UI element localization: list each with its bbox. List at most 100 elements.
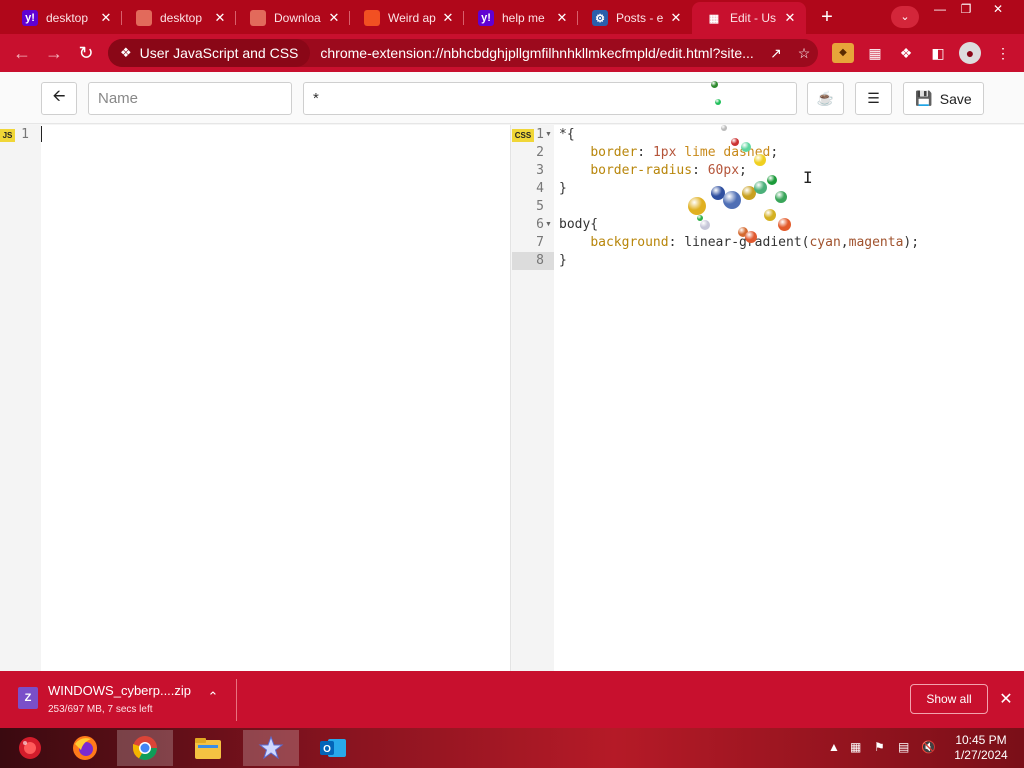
js-badge: JS [0,129,15,142]
tab-title: Weird ap [388,11,436,25]
firefox-icon[interactable] [57,730,113,766]
css-line-number: 6 [536,217,544,232]
save-label: Save [939,90,972,107]
fold-arrow-icon[interactable]: ▼ [545,126,552,144]
bookmark-star-icon[interactable]: ☆ [790,45,818,62]
browser-tab[interactable]: Weird ap ✕ [350,4,464,32]
tab-close-icon[interactable]: ✕ [782,10,798,26]
ball-sprite [777,217,791,231]
start-button[interactable] [2,730,58,766]
share-icon[interactable]: ↗ [762,45,790,62]
browser-tab[interactable]: y! help me ✕ [464,4,578,32]
restore-icon[interactable]: ❐ [954,0,978,18]
download-options-chevron-icon[interactable]: ⌃ [203,689,223,705]
code-token: , [840,235,849,250]
profile-avatar-icon[interactable]: ● [959,42,981,64]
app-star-icon[interactable] [243,730,299,766]
browser-tab[interactable]: desktop ✕ [122,4,236,32]
code-token: body{ [559,217,599,232]
tab-close-icon[interactable]: ✕ [326,10,342,26]
tab-search-chevron-icon[interactable]: ⌄ [891,6,919,28]
menu-button[interactable]: ☰ [855,82,892,115]
ball-sprite [731,138,739,146]
tray-overflow-chevron-icon[interactable]: ▲ [828,740,840,754]
extensions-puzzle-icon[interactable]: ❖ [895,43,917,63]
script-name-input[interactable] [88,82,292,115]
code-token: background [590,235,669,250]
fold-arrow-icon[interactable]: ▼ [545,216,552,234]
tab-close-icon[interactable]: ✕ [554,10,570,26]
ball-sprite [767,175,777,185]
browser-tab[interactable]: ⚙ Posts - e ✕ [578,4,692,32]
minimize-icon[interactable]: — [928,0,952,18]
css-editor-pane[interactable]: CSS 1 ▼ 2 3 4 5 6 ▼ 7 8 *{ border: 1px lime dashe… [512,125,1024,671]
tab-close-icon[interactable]: ✕ [440,10,456,26]
css-code-line[interactable]: *{ [559,126,575,144]
css-code-line[interactable]: } [559,252,567,270]
window-close-icon[interactable]: ✕ [986,0,1010,18]
url-text[interactable]: chrome-extension://nbhcbdghjpllgmfilhnhk… [320,45,762,61]
tab-title: Posts - e [616,11,664,25]
download-shelf-close-icon[interactable]: ✕ [996,689,1016,709]
extension-chip[interactable]: ❖ User JavaScript and CSS [108,39,311,67]
url-pattern-input[interactable] [303,82,797,115]
download-filename[interactable]: WINDOWS_cyberp....zip [48,683,191,698]
taskbar-clock[interactable]: 10:45 PM 1/27/2024 [952,733,1010,763]
show-all-button[interactable]: Show all [910,684,988,714]
code-token: border [590,145,638,160]
code-token: : linear-gradient( [668,235,810,250]
ball-sprite [710,80,718,88]
chrome-menu-icon[interactable]: ⋮ [992,43,1014,63]
libraries-button[interactable]: ☕ [807,82,844,115]
code-token: ); [903,235,920,250]
css-line-number: 2 [536,145,544,160]
back-button[interactable]: 🡨 [41,82,77,115]
chrome-icon[interactable] [117,730,173,766]
css-code-line[interactable]: } [559,180,567,198]
save-button[interactable]: 💾 Save [903,82,984,115]
code-token: ; [770,145,779,160]
editor-header: 🡨 ☕ ☰ 💾 Save [0,72,1024,124]
css-code-line[interactable]: background: linear-gradient(cyan,magenta… [559,234,919,252]
forward-arrow-icon[interactable]: → [42,42,66,64]
ball-sprite [715,99,721,105]
browser-tab[interactable]: y! desktop ✕ [8,4,122,32]
ball-sprite [754,154,766,166]
outlook-icon[interactable]: O [305,730,361,766]
new-tab-button[interactable]: + [815,6,839,28]
browser-tab[interactable]: Downloa ✕ [236,4,350,32]
tab-close-icon[interactable]: ✕ [212,10,228,26]
css-code-line[interactable]: body{ [559,216,598,234]
ball-sprite [700,220,710,230]
windows-taskbar: O ▲ ▦ ⚑ ▤ 🔇 10:45 PM 1/27/2024 [0,728,1024,768]
browser-tab[interactable]: ▦ Edit - Us ✕ [692,2,806,34]
extension-fox-icon[interactable]: ◆ [832,43,854,63]
tab-close-icon[interactable]: ✕ [98,10,114,26]
tray-flag-icon[interactable]: ⚑ [874,740,885,754]
css-gutter: CSS 1 ▼ 2 3 4 5 6 ▼ 7 8 [512,125,554,671]
reload-icon[interactable]: ↻ [74,42,98,64]
tab-close-icon[interactable]: ✕ [668,10,684,26]
tab-title: desktop [46,11,89,25]
extension-grid-icon[interactable]: ▦ [864,43,886,63]
file-explorer-icon[interactable] [180,730,236,766]
yahoo-icon: y! [478,10,494,26]
ball-sprite [741,142,751,152]
arrow-left-icon: 🡨 [52,88,66,105]
tab-title: Downloa [274,11,321,25]
tray-display-icon[interactable]: ▦ [850,740,861,754]
css-code-line[interactable]: border-radius: 60px; [559,162,747,180]
js-editor-pane[interactable]: JS 1 [0,125,511,671]
back-arrow-icon[interactable]: ← [10,42,34,64]
ball-sprite [697,215,703,221]
tray-mute-volume-icon[interactable]: 🔇 [921,740,936,754]
ball-sprite [688,197,706,215]
microsoft-icon [364,10,380,26]
address-bar[interactable]: ❖ User JavaScript and CSS chrome-extensi… [108,39,818,67]
side-panel-icon[interactable]: ◧ [927,43,949,63]
generic-site-icon [250,10,266,26]
ball-sprite [723,191,741,209]
tray-network-icon[interactable]: ▤ [898,740,909,754]
